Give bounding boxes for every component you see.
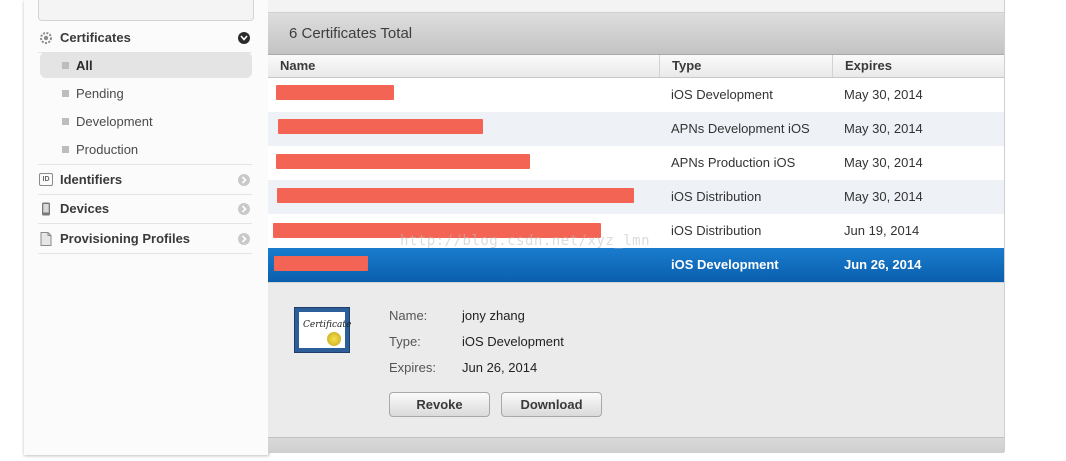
redacted-name bbox=[274, 256, 368, 271]
table-row[interactable]: APNs Development iOS May 30, 2014 bbox=[268, 112, 1004, 146]
table-row-selected[interactable]: iOS Development Jun 26, 2014 bbox=[268, 248, 1004, 282]
top-strip bbox=[268, 0, 1004, 13]
row-type: iOS Development bbox=[671, 257, 779, 272]
row-type: iOS Development bbox=[671, 87, 773, 102]
sidebar-item-certificates[interactable]: Certificates bbox=[38, 23, 252, 53]
detail-expires-value: Jun 26, 2014 bbox=[462, 360, 538, 375]
sidebar-subitem-label: Development bbox=[76, 113, 153, 129]
redacted-name bbox=[277, 188, 634, 203]
redacted-name bbox=[273, 223, 601, 238]
sidebar-subitem-label: All bbox=[76, 57, 93, 73]
detail-type-label: Type: bbox=[389, 334, 421, 349]
bullet-icon bbox=[62, 117, 69, 125]
bullet-icon bbox=[62, 89, 69, 97]
sidebar-item-identifiers[interactable]: ID Identifiers bbox=[38, 164, 252, 195]
sidebar-item-devices[interactable]: Devices bbox=[38, 194, 252, 224]
detail-type-value: iOS Development bbox=[462, 334, 564, 349]
detail-footer bbox=[268, 437, 1004, 453]
sidebar: Certificates All Pending Development Pro… bbox=[24, 0, 269, 455]
certificate-detail: Certificate Name: jony zhang Type: iOS D… bbox=[268, 282, 1004, 438]
row-expires: May 30, 2014 bbox=[844, 155, 923, 170]
table-row[interactable]: iOS Distribution May 30, 2014 bbox=[268, 180, 1004, 214]
row-expires: Jun 26, 2014 bbox=[844, 257, 922, 272]
gear-icon bbox=[39, 31, 53, 45]
sidebar-item-provisioning-profiles[interactable]: Provisioning Profiles bbox=[38, 224, 252, 254]
table-row[interactable]: iOS Distribution Jun 19, 2014 bbox=[268, 214, 1004, 248]
id-icon: ID bbox=[39, 173, 53, 187]
row-type: APNs Production iOS bbox=[671, 155, 796, 170]
sidebar-item-label: Identifiers bbox=[60, 172, 123, 187]
row-type: iOS Distribution bbox=[671, 189, 762, 204]
main-panel: 6 Certificates Total Name Type Expires i… bbox=[268, 0, 1005, 453]
sidebar-subitem-label: Pending bbox=[76, 85, 124, 101]
certificate-icon-text: Certificate bbox=[303, 320, 352, 330]
column-header-name[interactable]: Name bbox=[268, 55, 659, 77]
chevron-right-icon[interactable] bbox=[238, 202, 250, 215]
row-type: APNs Development iOS bbox=[671, 121, 810, 136]
chevron-right-icon[interactable] bbox=[238, 232, 250, 245]
device-icon bbox=[39, 202, 53, 216]
bullet-icon bbox=[62, 145, 69, 153]
row-expires: Jun 19, 2014 bbox=[844, 223, 920, 238]
certificate-icon: Certificate bbox=[294, 307, 351, 353]
column-header-expires[interactable]: Expires bbox=[832, 55, 1004, 77]
row-type: iOS Distribution bbox=[671, 223, 762, 238]
download-button[interactable]: Download bbox=[501, 392, 602, 417]
detail-name-label: Name: bbox=[389, 308, 428, 323]
certificates-count-title: 6 Certificates Total bbox=[289, 25, 413, 42]
sidebar-item-label: Provisioning Profiles bbox=[60, 231, 191, 246]
redacted-name bbox=[276, 85, 394, 100]
detail-name-value: jony zhang bbox=[462, 308, 525, 323]
sidebar-subitem-development[interactable]: Development bbox=[40, 108, 252, 134]
redacted-name bbox=[278, 119, 483, 134]
chevron-right-icon[interactable] bbox=[238, 173, 250, 186]
chevron-down-icon[interactable] bbox=[238, 31, 250, 44]
list-header: 6 Certificates Total bbox=[268, 13, 1004, 55]
certificate-icon-paper: Certificate bbox=[299, 312, 351, 348]
row-expires: May 30, 2014 bbox=[844, 87, 923, 102]
column-header-type[interactable]: Type bbox=[659, 55, 832, 77]
sidebar-search-area bbox=[38, 0, 254, 21]
row-expires: May 30, 2014 bbox=[844, 121, 923, 136]
sidebar-item-label: Devices bbox=[60, 201, 110, 216]
redacted-name bbox=[276, 154, 530, 169]
table-row[interactable]: APNs Production iOS May 30, 2014 bbox=[268, 146, 1004, 180]
sidebar-subitem-label: Production bbox=[76, 141, 139, 157]
id-icon-text: ID bbox=[39, 173, 53, 186]
table-row[interactable]: iOS Development May 30, 2014 bbox=[268, 78, 1004, 112]
sidebar-item-label: Certificates bbox=[60, 30, 131, 45]
sidebar-subitem-pending[interactable]: Pending bbox=[40, 80, 252, 106]
sidebar-subitem-production[interactable]: Production bbox=[40, 136, 252, 162]
sidebar-subitem-all[interactable]: All bbox=[40, 52, 252, 78]
seal-icon bbox=[327, 332, 341, 346]
column-header-row: Name Type Expires bbox=[268, 55, 1004, 78]
row-expires: May 30, 2014 bbox=[844, 189, 923, 204]
detail-expires-label: Expires: bbox=[389, 360, 436, 375]
revoke-button[interactable]: Revoke bbox=[389, 392, 490, 417]
bullet-icon bbox=[62, 61, 69, 69]
document-icon bbox=[39, 231, 53, 246]
